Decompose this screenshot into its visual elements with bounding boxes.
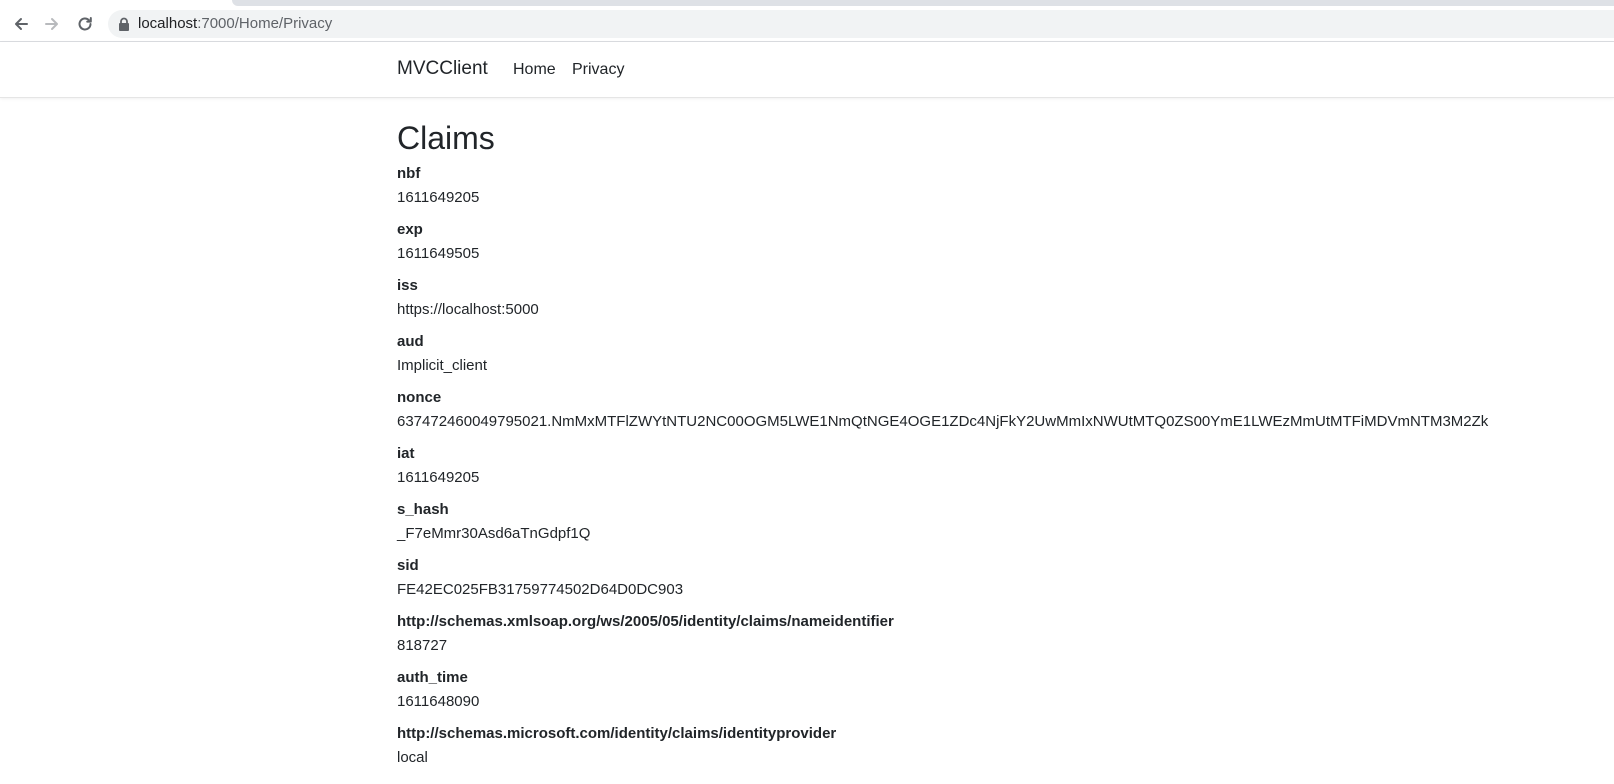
nav-link-privacy[interactable]: Privacy — [572, 60, 624, 80]
claim-item: nonce 637472460049795021.NmMxMTFlZWYtNTU2… — [397, 388, 1607, 444]
claim-item: sid FE42EC025FB31759774502D64D0DC903 — [397, 556, 1607, 612]
url-path: :7000/Home/Privacy — [197, 15, 333, 32]
claim-value: _F7eMmr30Asd6aTnGdpf1Q — [397, 525, 591, 542]
claim-value: 1611649205 — [397, 189, 480, 206]
claim-type: http://schemas.microsoft.com/identity/cl… — [397, 725, 837, 742]
claim-type: exp — [397, 221, 423, 238]
claim-value: 637472460049795021.NmMxMTFlZWYtNTU2NC00O… — [397, 413, 1489, 430]
arrow-left-icon — [15, 18, 28, 30]
claim-type: auth_time — [397, 669, 468, 686]
claim-item: exp 1611649505 — [397, 220, 1607, 276]
claim-type: nonce — [397, 389, 442, 406]
claim-type: nbf — [397, 165, 421, 182]
navbar-brand[interactable]: MVCClient — [397, 58, 488, 80]
url-text[interactable]: localhost:7000/Home/Privacy — [138, 15, 332, 33]
claim-value: 818727 — [397, 637, 448, 654]
claim-type: aud — [397, 333, 424, 350]
claims-list: nbf 1611649205 exp 1611649505 iss https://l… — [397, 164, 1607, 780]
claim-value: 1611649505 — [397, 245, 480, 262]
app-navbar: MVCClient Home Privacy — [0, 42, 1614, 98]
forward-button[interactable] — [40, 12, 64, 36]
claim-type: iat — [397, 445, 415, 462]
claim-value: 1611648090 — [397, 693, 480, 710]
claim-item: nbf 1611649205 — [397, 164, 1607, 220]
claim-value: Implicit_client — [397, 357, 488, 374]
claim-item: http://schemas.microsoft.com/identity/cl… — [397, 724, 1607, 780]
claim-type: s_hash — [397, 501, 449, 518]
claim-item: iss https://localhost:5000 — [397, 276, 1607, 332]
claim-value: local — [397, 749, 428, 766]
claim-type: iss — [397, 277, 418, 294]
back-button[interactable] — [9, 12, 33, 36]
url-host: localhost — [138, 15, 198, 32]
claim-item: iat 1611649205 — [397, 444, 1607, 500]
claim-item: http://schemas.xmlsoap.org/ws/2005/05/id… — [397, 612, 1607, 668]
page-title: Claims — [397, 120, 495, 156]
claim-value: FE42EC025FB31759774502D64D0DC903 — [397, 581, 684, 598]
claim-item: auth_time 1611648090 — [397, 668, 1607, 724]
claim-type: http://schemas.xmlsoap.org/ws/2005/05/id… — [397, 613, 894, 630]
address-bar[interactable]: localhost:7000/Home/Privacy — [108, 10, 1614, 38]
claim-item: aud Implicit_client — [397, 332, 1607, 388]
browser-toolbar: localhost:7000/Home/Privacy — [0, 6, 1614, 42]
claim-item: s_hash _F7eMmr30Asd6aTnGdpf1Q — [397, 500, 1607, 556]
lock-icon — [119, 17, 129, 31]
arrow-right-icon — [45, 18, 58, 30]
nav-link-home[interactable]: Home — [513, 60, 556, 80]
claim-type: sid — [397, 557, 419, 574]
reload-icon — [78, 17, 92, 31]
claim-value: https://localhost:5000 — [397, 301, 539, 318]
reload-button[interactable] — [73, 12, 97, 36]
claim-value: 1611649205 — [397, 469, 480, 486]
